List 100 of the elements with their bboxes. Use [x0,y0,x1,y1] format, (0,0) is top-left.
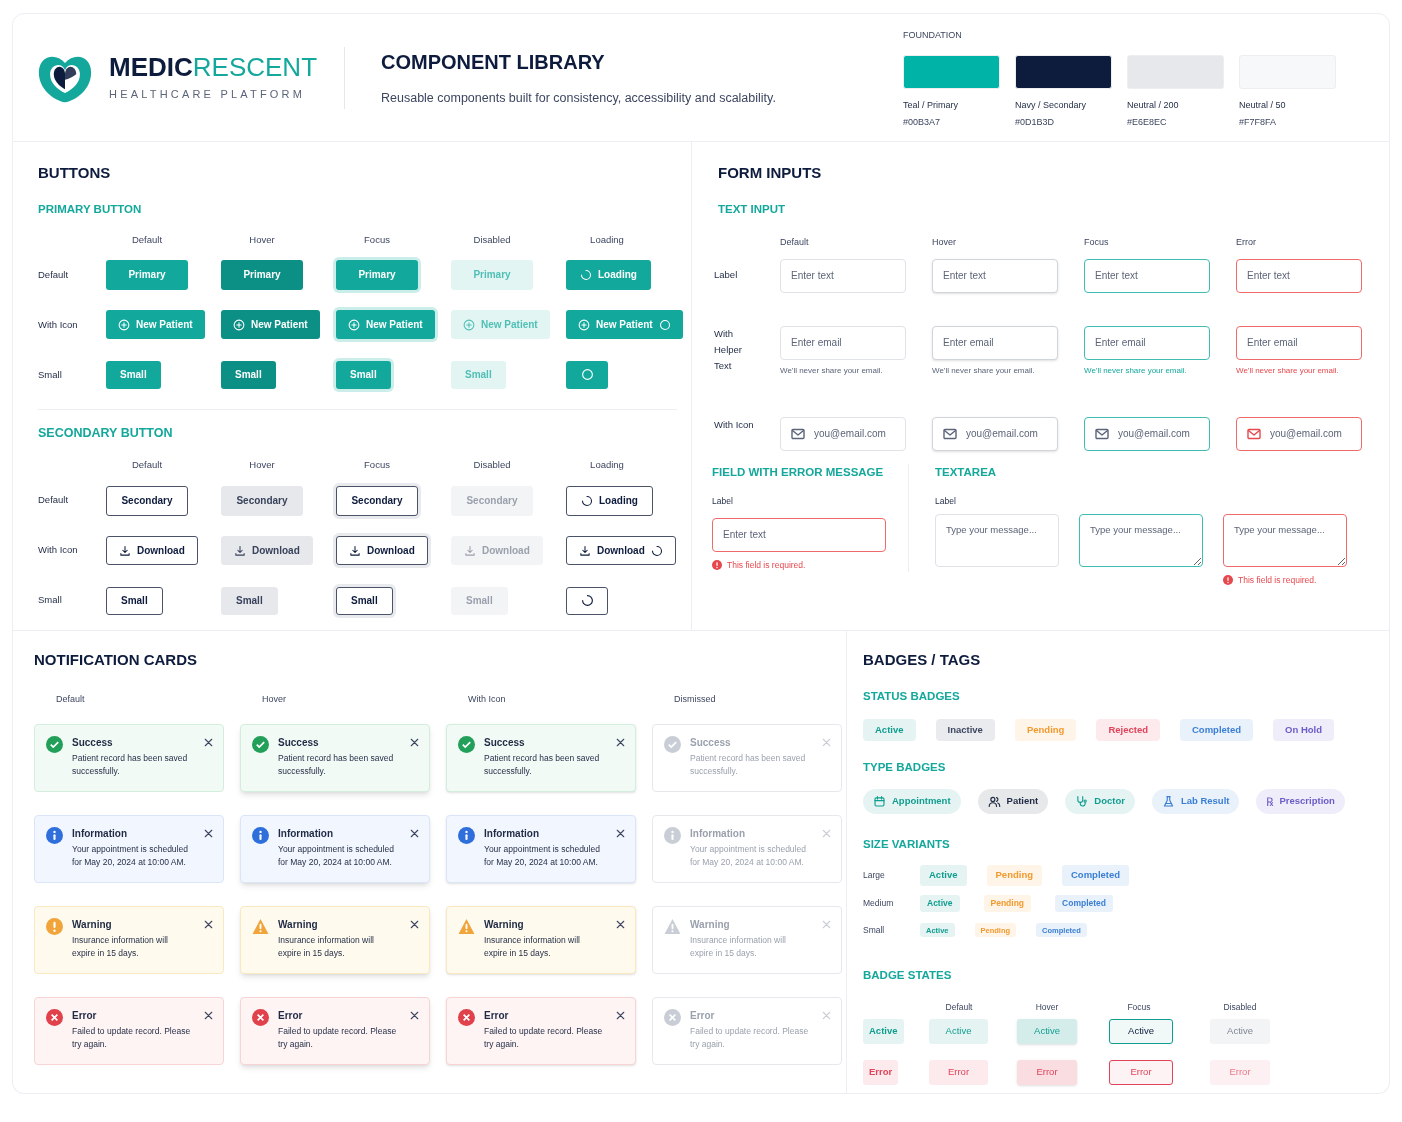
notification-message: Failed to update record. Please try again. [278,1024,398,1051]
error-icon [46,1008,63,1026]
secondary-button[interactable]: Small [451,586,508,615]
secondary-button[interactable]: Download [336,536,428,565]
secondary-button[interactable]: Secondary [106,485,188,516]
notification-message: Patient record has been saved successfully. [690,751,807,778]
check-circle-icon [664,735,681,753]
status-badge: Active [920,894,960,912]
primary-button[interactable]: New Patient [566,310,683,340]
badge-label: Doctor [1094,794,1125,809]
secondary-button[interactable]: Secondary [336,485,418,516]
swatch-name: Neutral / 50 [1239,98,1287,112]
warning-triangle-icon [458,917,475,935]
spinner-icon [580,594,594,607]
input-field[interactable]: you@email.com [1236,416,1362,451]
row-label: Large [863,868,886,882]
helper-text: We'll never share your email. [1084,364,1188,377]
primary-button[interactable]: Loading [566,259,651,290]
row-label: With Helper Text [714,326,743,373]
notification-title: Error [690,1008,716,1023]
input-field[interactable]: Enter email [932,325,1058,360]
state-badge: Active [929,1018,988,1044]
status-badge: On Hold [1273,718,1335,741]
download-icon [464,544,476,557]
stethoscope-icon [1075,795,1089,808]
secondary-button[interactable]: Secondary [221,485,303,516]
primary-button[interactable]: Small [451,360,506,389]
plus-circle-icon [118,318,130,331]
swatch-hex: #0D1B3D [1015,116,1056,129]
secondary-button[interactable]: Loading [566,485,653,516]
subsection-title: TEXTAREA [935,464,998,480]
download-icon [579,544,591,557]
input-field[interactable]: Enter email [1084,325,1210,360]
state-badge: Error [863,1059,899,1085]
primary-button[interactable]: Primary [106,259,188,290]
subsection-title: TYPE BADGES [863,759,947,775]
spinner-icon [581,494,593,507]
secondary-button[interactable]: Download [566,536,676,565]
error-message: This field is required. [727,558,806,572]
secondary-button[interactable]: Small [221,586,278,615]
primary-button[interactable]: Small [221,360,276,389]
secondary-button[interactable]: Secondary [451,485,533,516]
section-title: BUTTONS [38,163,112,183]
input-field[interactable]: you@email.com [932,416,1058,451]
primary-button[interactable]: Small [106,360,161,389]
primary-button[interactable]: New Patient [106,310,205,340]
input-field[interactable]: you@email.com [1084,416,1210,451]
spinner-icon [650,544,663,557]
secondary-button[interactable]: Small [106,586,163,615]
state-badge: Error [1210,1059,1270,1085]
error-message: This field is required. [1238,573,1317,587]
secondary-button[interactable]: Download [221,536,313,565]
brand-name: MEDICRESCENT [109,52,318,83]
plus-circle-icon [578,318,590,331]
row-label: With Icon [714,417,754,432]
swatch-hex: #F7F8FA [1239,116,1277,129]
secondary-button[interactable]: Download [106,536,198,565]
primary-button[interactable]: New Patient [221,310,320,340]
input-field[interactable]: Enter text [1084,258,1210,293]
notification-title: Information [278,826,334,841]
state-badge: Active [1210,1018,1270,1044]
primary-button[interactable]: Primary [221,259,303,290]
subsection-title: SECONDARY BUTTON [38,424,174,442]
primary-button[interactable]: Primary [336,259,418,290]
error-icon [664,1008,681,1026]
input-field[interactable]: Enter text [932,258,1058,293]
primary-button[interactable]: New Patient [336,310,435,340]
row-label: Label [714,267,738,282]
input-field[interactable]: Enter text [1236,258,1362,293]
secondary-button[interactable] [566,586,608,615]
subsection-title: FIELD WITH ERROR MESSAGE [712,464,885,480]
field-label: Label [935,495,957,508]
primary-button[interactable]: Primary [451,259,533,290]
subsection-title: TEXT INPUT [717,201,787,217]
status-badge: Completed [1062,864,1130,886]
info-icon [458,826,475,844]
section-title: NOTIFICATION CARDS [34,650,199,670]
swatch-name: Navy / Secondary [1015,98,1088,112]
secondary-button[interactable]: Small [336,586,393,615]
status-badge: Inactive [935,718,995,741]
state-badge: Error [1109,1059,1173,1085]
status-badge: Pending [1014,718,1077,741]
input-field[interactable]: Enter text [712,517,886,552]
primary-button[interactable] [566,360,608,389]
textarea-field[interactable]: Type your message... [1079,513,1203,567]
column-header: Default [130,458,164,473]
plus-circle-icon [463,318,475,331]
textarea-field[interactable]: Type your message... [1223,513,1347,567]
check-circle-icon [46,735,63,753]
plus-circle-icon [233,318,245,331]
secondary-button[interactable]: Download [451,536,543,565]
helper-text: We'll never share your email. [780,364,884,377]
status-badge: Active [920,864,967,886]
status-badge: Active [863,718,916,741]
primary-button[interactable]: New Patient [451,310,550,340]
people-icon [987,795,1001,808]
input-field[interactable]: Enter email [1236,325,1362,360]
check-circle-icon [458,735,475,753]
swatch-name: Teal / Primary [903,98,959,112]
primary-button[interactable]: Small [336,360,391,389]
